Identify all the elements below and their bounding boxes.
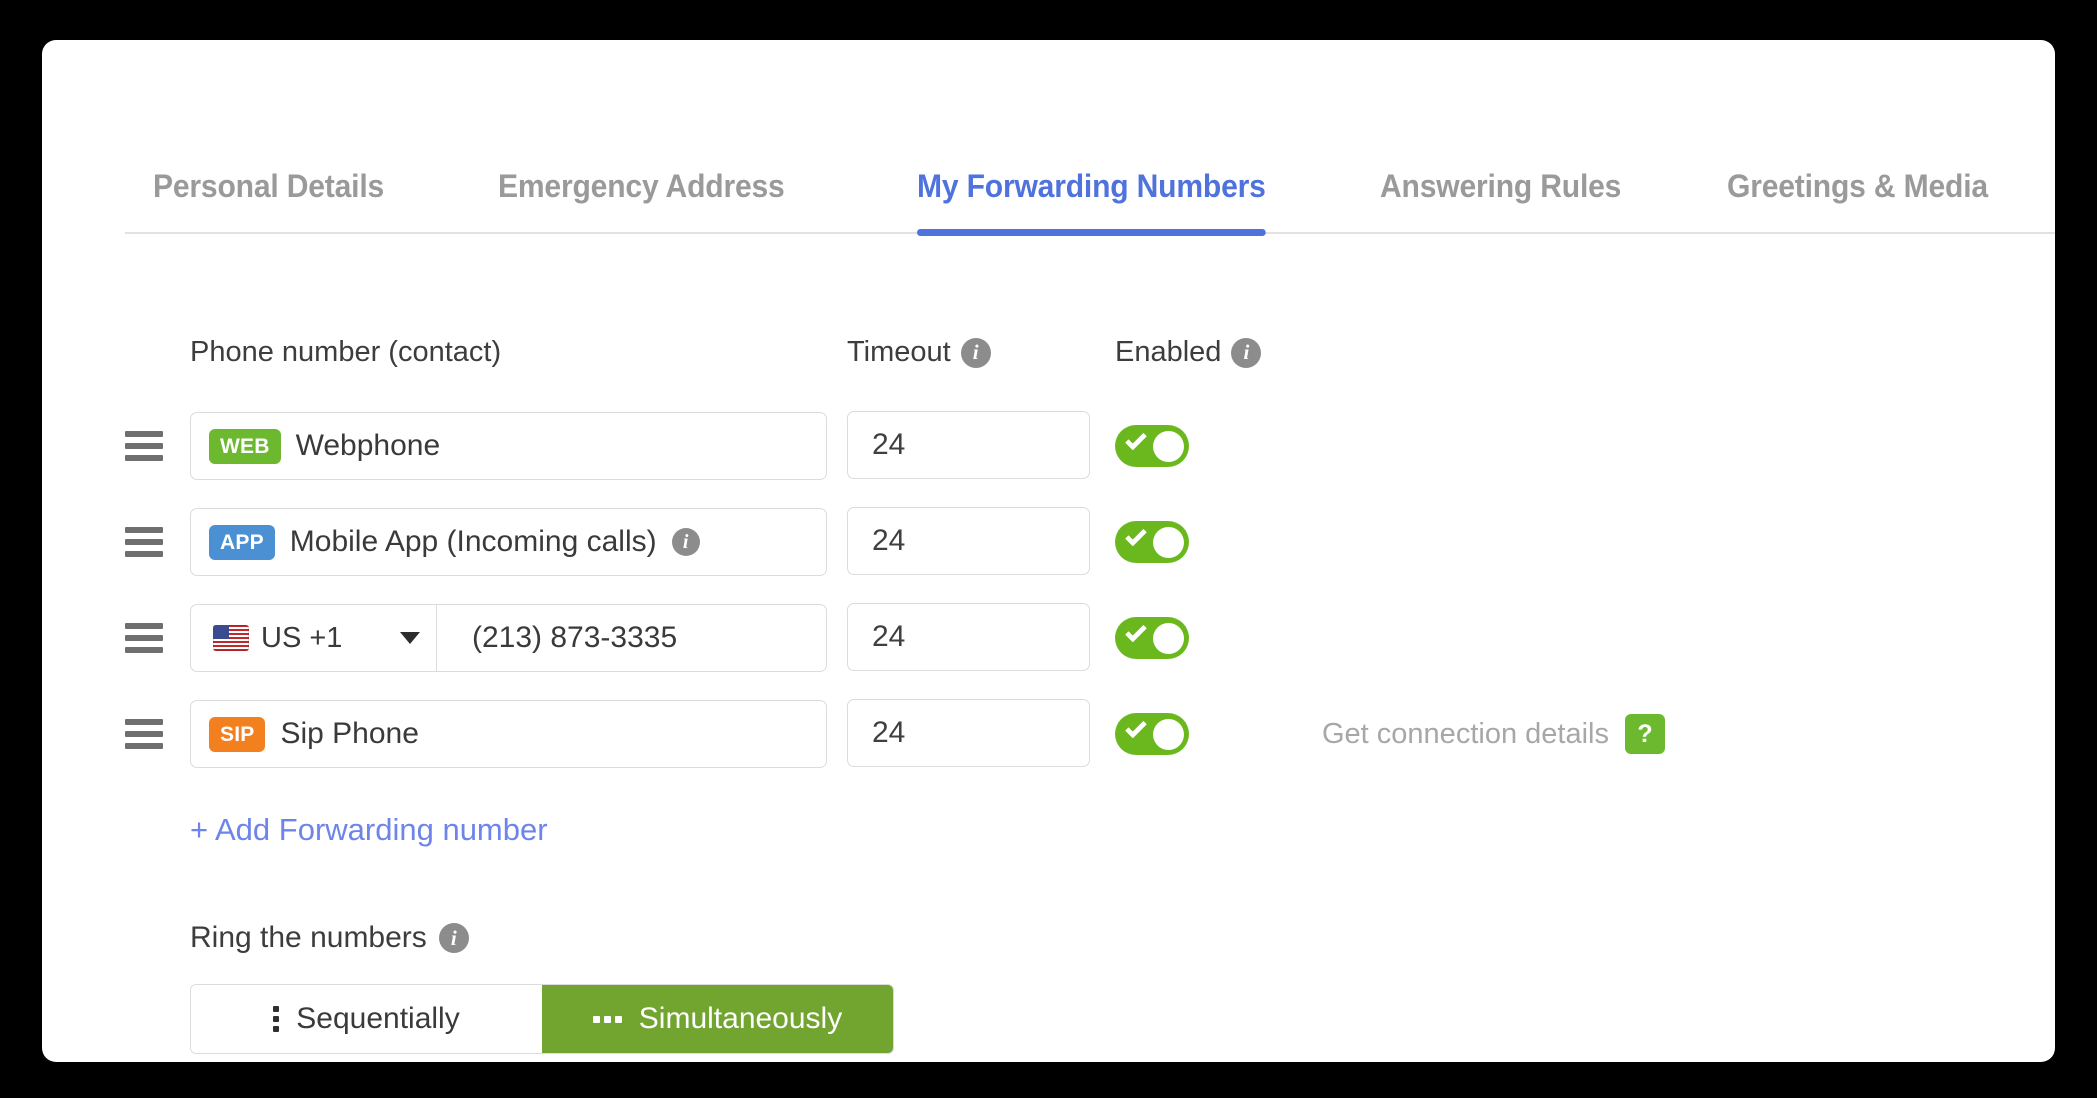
timeout-value: 24	[872, 620, 905, 654]
column-header-phone-number: Phone number (contact)	[190, 336, 501, 369]
ring-mode-label: Sequentially	[296, 1002, 459, 1036]
info-icon[interactable]: i	[439, 923, 469, 953]
drag-handle-icon[interactable]	[125, 524, 169, 560]
tab-my-forwarding-numbers[interactable]: My Forwarding Numbers	[917, 132, 1266, 236]
contact-field-sip-phone[interactable]: SIP Sip Phone	[190, 700, 827, 768]
table-row: SIP Sip Phone	[125, 699, 827, 769]
badge-web: WEB	[209, 429, 281, 464]
enabled-toggle-mobile-app[interactable]	[1115, 521, 1189, 563]
drag-handle-icon[interactable]	[125, 428, 169, 464]
connection-details-label[interactable]: Get connection details	[1322, 718, 1609, 751]
help-icon[interactable]: ?	[1625, 714, 1665, 754]
contact-field-phone-number: US +1 (213) 873-3335	[190, 604, 827, 672]
table-row: WEB Webphone	[125, 411, 827, 481]
connection-details-group: Get connection details ?	[1322, 714, 1665, 754]
table-row: US +1 (213) 873-3335	[125, 603, 827, 673]
country-code-select[interactable]: US +1	[191, 605, 437, 671]
tab-label: Emergency Address	[498, 168, 785, 205]
contact-label: Sip Phone	[280, 717, 418, 751]
timeout-value: 24	[872, 428, 905, 462]
section-label: Ring the numbers	[190, 921, 427, 955]
timeout-input-sip-phone[interactable]: 24	[847, 699, 1090, 767]
timeout-value: 24	[872, 524, 905, 558]
check-icon	[1125, 429, 1147, 451]
drag-handle-icon[interactable]	[125, 716, 169, 752]
add-forwarding-number-link[interactable]: + Add Forwarding number	[190, 812, 548, 848]
tab-emergency-address[interactable]: Emergency Address	[498, 132, 785, 236]
ring-mode-sequentially[interactable]: Sequentially	[191, 985, 542, 1053]
table-row: APP Mobile App (Incoming calls) i	[125, 507, 827, 577]
enabled-toggle-sip-phone[interactable]	[1115, 713, 1189, 755]
country-code-label: US +1	[261, 622, 342, 655]
timeout-value: 24	[872, 716, 905, 750]
contact-field-webphone[interactable]: WEB Webphone	[190, 412, 827, 480]
timeout-input-webphone[interactable]: 24	[847, 411, 1090, 479]
column-header-timeout: Timeout i	[847, 336, 991, 369]
info-icon[interactable]: i	[672, 528, 700, 556]
enabled-toggle-phone-number[interactable]	[1115, 617, 1189, 659]
column-header-label: Timeout	[847, 336, 951, 369]
dots-horizontal-icon	[593, 1016, 622, 1023]
screen: Personal Details Emergency Address My Fo…	[0, 0, 2097, 1098]
toggle-knob	[1153, 623, 1184, 654]
active-tab-indicator	[917, 229, 1266, 236]
dots-vertical-icon	[273, 1006, 279, 1032]
badge-app: APP	[209, 525, 275, 560]
check-icon	[1125, 717, 1147, 739]
phone-number-input[interactable]: (213) 873-3335	[452, 605, 826, 671]
column-header-enabled: Enabled i	[1115, 336, 1261, 369]
tab-bar: Personal Details Emergency Address My Fo…	[125, 132, 2055, 242]
phone-number-value: (213) 873-3335	[472, 621, 677, 655]
timeout-input-mobile-app[interactable]: 24	[847, 507, 1090, 575]
ring-mode-label: Simultaneously	[639, 1002, 842, 1036]
tab-label: Greetings & Media	[1727, 168, 1988, 205]
timeout-input-phone-number[interactable]: 24	[847, 603, 1090, 671]
badge-sip: SIP	[209, 717, 265, 752]
check-icon	[1125, 525, 1147, 547]
toggle-knob	[1153, 431, 1184, 462]
toggle-knob	[1153, 719, 1184, 750]
ring-the-numbers-label: Ring the numbers i	[190, 921, 469, 955]
settings-card: Personal Details Emergency Address My Fo…	[42, 40, 2055, 1062]
tab-label: My Forwarding Numbers	[917, 168, 1266, 205]
contact-label: Webphone	[296, 429, 441, 463]
toggle-knob	[1153, 527, 1184, 558]
tab-answering-rules[interactable]: Answering Rules	[1380, 132, 1621, 236]
ring-mode-simultaneously[interactable]: Simultaneously	[542, 985, 893, 1053]
tab-greetings-media[interactable]: Greetings & Media	[1727, 132, 1988, 236]
tab-personal-details[interactable]: Personal Details	[153, 132, 384, 236]
drag-handle-icon[interactable]	[125, 620, 169, 656]
ring-mode-segmented-control: Sequentially Simultaneously	[190, 984, 894, 1054]
tab-label: Personal Details	[153, 168, 384, 205]
check-icon	[1125, 621, 1147, 643]
column-header-label: Phone number (contact)	[190, 336, 501, 369]
info-icon[interactable]: i	[961, 338, 991, 368]
us-flag-icon	[213, 625, 249, 651]
tab-label: Answering Rules	[1380, 168, 1621, 205]
chevron-down-icon	[400, 632, 420, 644]
column-header-label: Enabled	[1115, 336, 1221, 369]
info-icon[interactable]: i	[1231, 338, 1261, 368]
contact-label: Mobile App (Incoming calls)	[290, 525, 657, 559]
enabled-toggle-webphone[interactable]	[1115, 425, 1189, 467]
contact-field-mobile-app[interactable]: APP Mobile App (Incoming calls) i	[190, 508, 827, 576]
